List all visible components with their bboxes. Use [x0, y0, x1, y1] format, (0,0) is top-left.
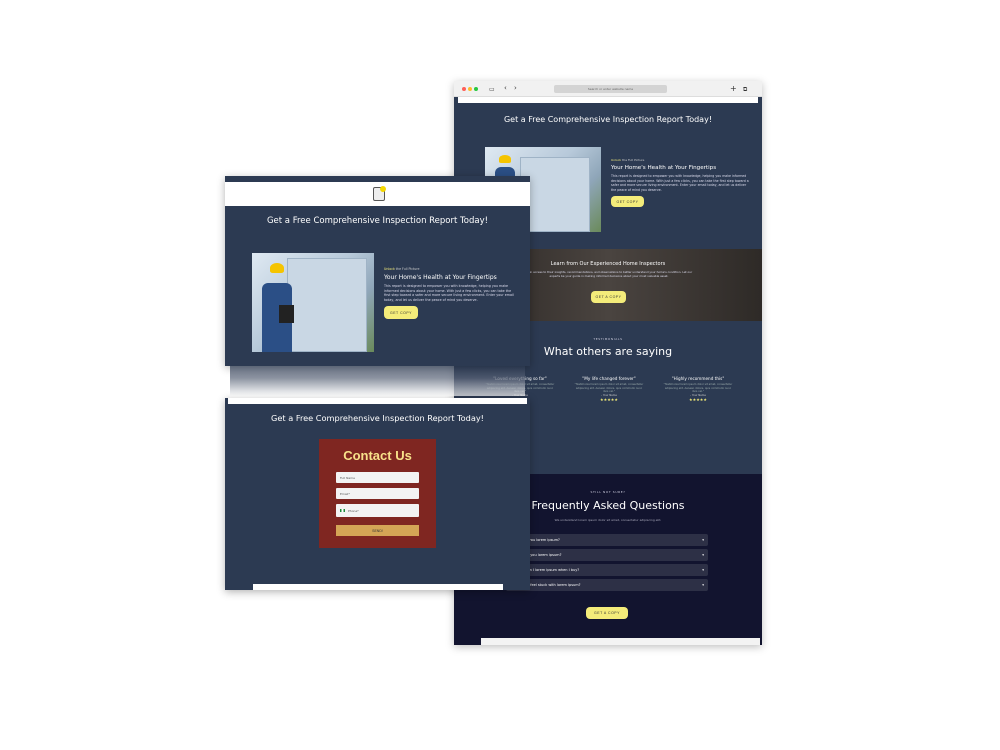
eyebrow-highlight: Unlock: [384, 267, 395, 271]
chevron-down-icon: ▾: [702, 583, 704, 587]
browser-toolbar: ▭ ‹ › Search or enter website name + ⧉: [454, 81, 762, 97]
clipboard-icon: [279, 305, 294, 323]
torn-edge: [230, 366, 525, 396]
site-header: [458, 97, 758, 103]
hero-title: Get a Free Comprehensive Inspection Repo…: [503, 115, 713, 124]
faq-item[interactable]: 2. What do you lorem ipsum? ▾: [506, 549, 708, 561]
new-tab-icon[interactable]: +: [730, 84, 737, 93]
site-header: [228, 398, 527, 404]
hero-heading: Your Home's Health at Your Fingertips: [611, 165, 717, 171]
back-icon[interactable]: ‹: [504, 84, 507, 92]
send-button[interactable]: SEND!: [336, 525, 419, 536]
address-placeholder: Search or enter website name: [587, 87, 634, 91]
full-name-field[interactable]: Full Name: [336, 472, 419, 483]
get-copy-button[interactable]: GET COPY: [611, 196, 644, 208]
page-footer-strip: [481, 638, 760, 645]
eyebrow-text: the Full Picture: [621, 158, 645, 162]
tabs-icon[interactable]: ⧉: [743, 86, 747, 94]
testimonial-text: "Testimonial lorem ipsum dolor sit amet,…: [574, 383, 644, 394]
testimonial-quote: "My life changed forever": [582, 376, 636, 381]
field-placeholder: Email*: [340, 491, 350, 496]
site-header: [225, 182, 530, 206]
minimize-icon[interactable]: [468, 87, 472, 91]
maximize-icon[interactable]: [474, 87, 478, 91]
forward-icon[interactable]: ›: [514, 84, 517, 92]
phone-field[interactable]: Phone*: [336, 504, 419, 517]
page-footer-strip: [253, 584, 503, 590]
faq-item[interactable]: 3. When can I lorem ipsum when I buy? ▾: [506, 564, 708, 576]
contact-card: Get a Free Comprehensive Inspection Repo…: [225, 398, 530, 590]
faq-item[interactable]: 1. How do you lorem ipsum? ▾: [506, 534, 708, 546]
address-bar[interactable]: Search or enter website name: [554, 85, 667, 93]
hero-body: This report is designed to empower you w…: [611, 174, 749, 192]
field-placeholder: Phone*: [348, 508, 359, 513]
logo-sun-icon: [380, 186, 386, 192]
star-rating: ★★★★★: [600, 396, 618, 402]
eyebrow-highlight: Unlock: [611, 158, 622, 162]
field-placeholder: Full Name: [340, 475, 355, 480]
email-field[interactable]: Email*: [336, 488, 419, 499]
get-copy-button[interactable]: GET COPY: [384, 306, 418, 320]
faq-cta-button[interactable]: GET A COPY: [586, 607, 628, 619]
testimonial-card: "Highly recommend this" "Testimonial lor…: [662, 376, 734, 402]
chevron-down-icon: ▾: [702, 568, 704, 572]
hero-body: This report is designed to empower you w…: [384, 284, 514, 302]
chevron-down-icon: ▾: [702, 538, 704, 542]
hero-card: Get a Free Comprehensive Inspection Repo…: [225, 176, 530, 366]
inspectors-body: Gain access to their insights, recommend…: [525, 270, 693, 278]
hero-photo: [252, 253, 374, 352]
inspectors-cta-button[interactable]: GET A COPY: [591, 291, 626, 303]
testimonial-text: "Testimonial lorem ipsum dolor sit amet,…: [663, 383, 733, 394]
testimonial-quote: "Highly recommend this": [671, 376, 725, 381]
star-rating: ★★★★★: [689, 396, 707, 402]
sidebar-icon[interactable]: ▭: [489, 86, 495, 93]
testimonial-card: "My life changed forever" "Testimonial l…: [573, 376, 645, 402]
form-title: Contact Us: [343, 448, 412, 463]
contact-title: Get a Free Comprehensive Inspection Repo…: [271, 413, 484, 423]
hero-title: Get a Free Comprehensive Inspection Repo…: [266, 216, 489, 226]
faq-item[interactable]: 4. What if I feel stuck with lorem ipsum…: [506, 579, 708, 591]
close-icon[interactable]: [462, 87, 466, 91]
flag-icon: [340, 509, 345, 512]
chevron-down-icon: ▾: [702, 553, 704, 557]
contact-form: Contact Us Full Name Email* Phone* SEND!: [319, 439, 436, 548]
hero-heading: Your Home's Health at Your Fingertips: [384, 274, 497, 281]
eyebrow-text: the Full Picture: [394, 267, 420, 271]
